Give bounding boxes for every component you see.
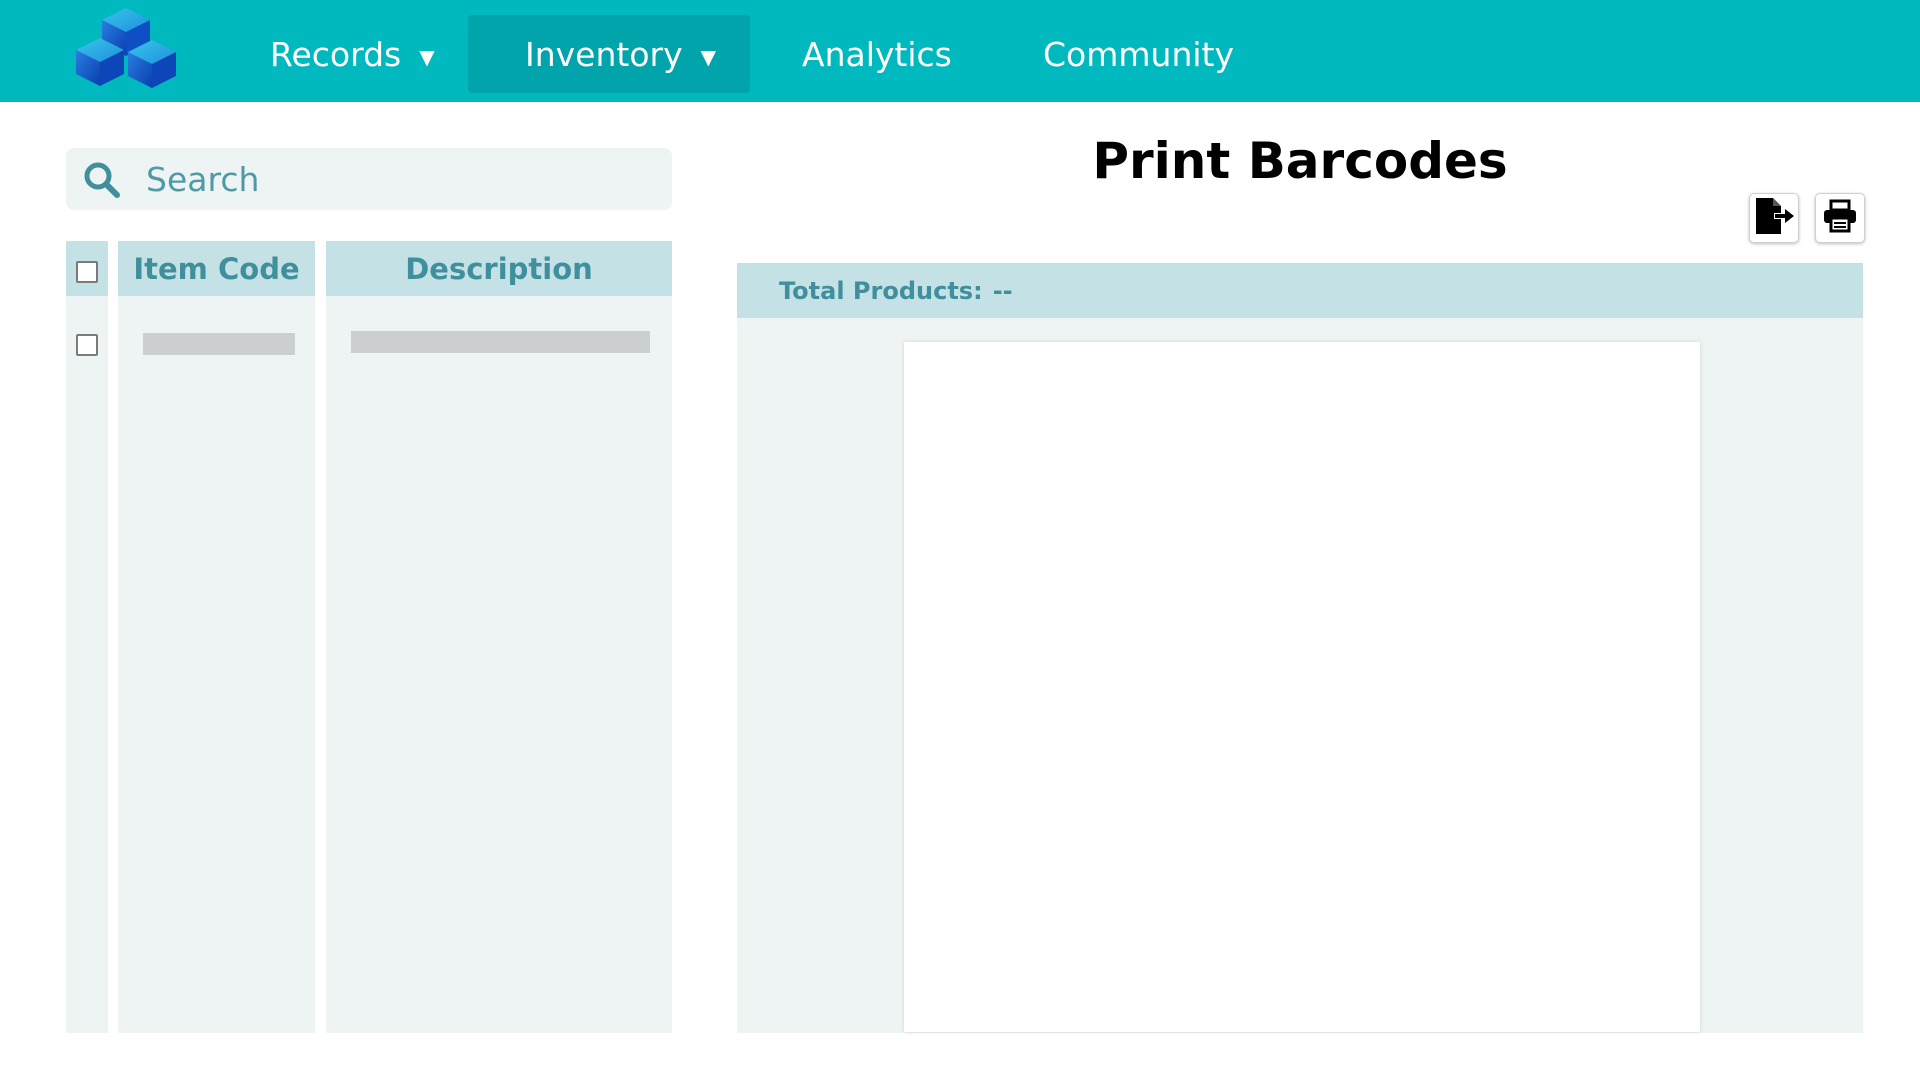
search-icon[interactable]: [82, 160, 122, 200]
nav-community[interactable]: Community: [1043, 15, 1234, 93]
total-products-value: --: [992, 276, 1013, 305]
item-code-column: Item Code: [118, 241, 315, 1033]
nav-records-label: Records: [270, 34, 402, 74]
stacked-boxes-logo[interactable]: [70, 4, 182, 96]
select-all-checkbox[interactable]: [76, 261, 98, 283]
search-input[interactable]: [146, 148, 646, 210]
description-header[interactable]: Description: [326, 241, 672, 296]
total-products-label: Total Products:: [779, 276, 983, 305]
top-navigation-bar: Records ▼ Inventory ▼ Analytics Communit…: [0, 0, 1920, 102]
item-code-placeholder: [143, 333, 295, 355]
nav-analytics-label: Analytics: [802, 34, 952, 74]
total-products-bar: Total Products: --: [737, 263, 1863, 318]
row-checkbox[interactable]: [76, 334, 98, 356]
print-preview-page: [904, 342, 1700, 1032]
printer-icon: [1822, 198, 1858, 238]
select-column-header: [66, 241, 108, 296]
nav-inventory-label: Inventory: [525, 34, 683, 74]
print-button[interactable]: [1815, 193, 1865, 243]
barcode-preview-area: Total Products: --: [737, 263, 1863, 1033]
description-placeholder: [351, 331, 650, 353]
chevron-down-icon: ▼: [419, 45, 435, 69]
search-box: [66, 148, 672, 210]
nav-records[interactable]: Records ▼: [270, 15, 435, 93]
nav-analytics[interactable]: Analytics: [802, 15, 952, 93]
select-column: [66, 241, 108, 1033]
chevron-down-icon: ▼: [700, 45, 717, 69]
export-button[interactable]: [1749, 193, 1799, 243]
description-column: Description: [326, 241, 672, 1033]
nav-inventory[interactable]: Inventory ▼: [468, 15, 750, 93]
item-code-header[interactable]: Item Code: [118, 241, 315, 296]
page-title: Print Barcodes: [1092, 132, 1508, 190]
file-export-icon: [1753, 196, 1795, 240]
nav-community-label: Community: [1043, 34, 1234, 74]
